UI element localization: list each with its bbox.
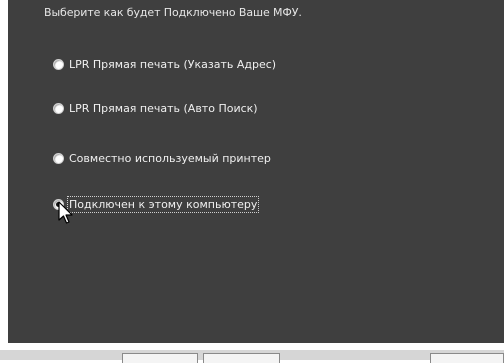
mouse-pointer-icon: [58, 201, 73, 224]
connection-type-panel: [8, 0, 504, 343]
installer-window: Выберите как будет Подключено Ваше МФУ. …: [0, 0, 504, 363]
option-label: Подключен к этому компьютеру: [66, 195, 260, 213]
radio-lpr-auto-search[interactable]: [53, 102, 64, 114]
option-label: LPR Прямая печать (Указать Адрес): [69, 57, 277, 71]
option-label: LPR Прямая печать (Авто Поиск): [69, 101, 258, 115]
option-lpr-auto-search[interactable]: LPR Прямая печать (Авто Поиск): [53, 100, 258, 116]
back-button[interactable]: [122, 353, 198, 363]
radio-shared-printer[interactable]: [53, 152, 64, 164]
radio-lpr-specify-address[interactable]: [53, 58, 64, 70]
option-local-connection[interactable]: Подключен к этому компьютеру: [53, 195, 260, 213]
connection-prompt: Выберите как будет Подключено Ваше МФУ.: [44, 6, 302, 19]
option-shared-printer[interactable]: Совместно используемый принтер: [53, 150, 271, 166]
option-lpr-specify-address[interactable]: LPR Прямая печать (Указать Адрес): [53, 56, 276, 72]
next-button[interactable]: [203, 353, 280, 363]
option-label: Совместно используемый принтер: [69, 151, 271, 165]
cancel-button[interactable]: [430, 353, 504, 363]
